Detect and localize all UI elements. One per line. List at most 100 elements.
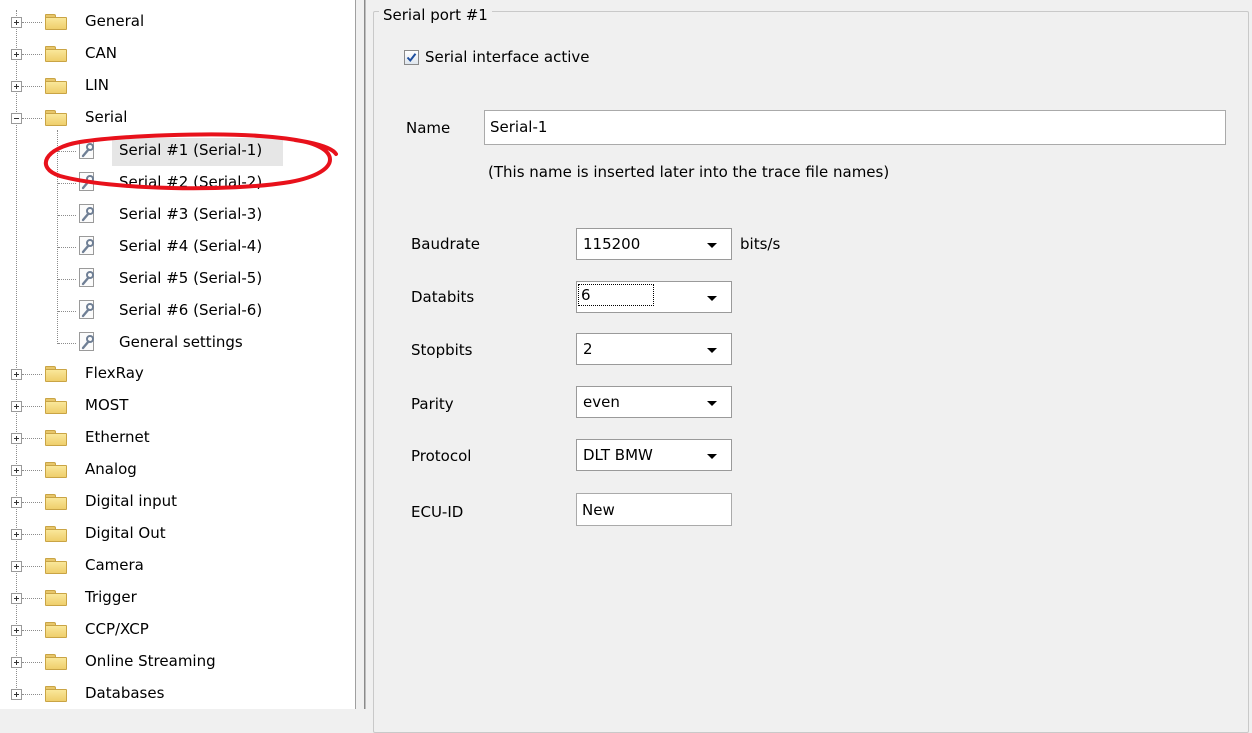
tree-leaf-item[interactable]: Serial #3 (Serial-3) xyxy=(0,200,340,228)
protocol-value: DLT BMW xyxy=(583,446,653,464)
tree-leaf-item[interactable]: Serial #6 (Serial-6) xyxy=(0,296,340,324)
tree-item-label: Online Streaming xyxy=(85,652,216,670)
tree-leaf-item[interactable]: Serial #2 (Serial-2) xyxy=(0,168,340,196)
tree-folder-item[interactable]: CAN xyxy=(0,40,340,68)
chevron-down-icon xyxy=(707,348,717,353)
parity-label: Parity xyxy=(411,395,454,413)
tree-connector xyxy=(22,598,42,599)
tree-folder-item[interactable]: FlexRay xyxy=(0,360,340,388)
tree-folder-item[interactable]: CCP/XCP xyxy=(0,616,340,644)
tree-folder-item[interactable]: Camera xyxy=(0,552,340,580)
expand-icon[interactable] xyxy=(11,401,22,412)
collapse-icon[interactable] xyxy=(11,113,22,124)
tree-item-label: Trigger xyxy=(85,588,137,606)
expand-icon[interactable] xyxy=(11,465,22,476)
folder-icon xyxy=(45,622,67,638)
tree-item-label: Databases xyxy=(85,684,165,702)
expand-icon[interactable] xyxy=(11,625,22,636)
tree-item-label: Serial #3 (Serial-3) xyxy=(119,205,263,223)
tree-folder-item[interactable]: Trigger xyxy=(0,584,340,612)
navigation-tree: General CAN LIN Serial Serial #1 (Serial-1) S… xyxy=(0,0,356,709)
tree-connector xyxy=(22,502,42,503)
tree-folder-item[interactable]: MOST xyxy=(0,392,340,420)
wrench-settings-icon xyxy=(79,140,95,160)
expand-icon[interactable] xyxy=(11,561,22,572)
tree-item-label: Digital Out xyxy=(85,524,166,542)
tree-connector xyxy=(22,118,42,119)
wrench-settings-icon xyxy=(79,300,95,320)
settings-panel: Serial port #1 Serial interface active N… xyxy=(367,0,1252,733)
tree-folder-item[interactable]: Serial xyxy=(0,104,340,132)
folder-icon xyxy=(45,558,67,574)
tree-leaf-item[interactable]: Serial #1 (Serial-1) xyxy=(0,136,340,164)
serial-active-checkbox[interactable] xyxy=(404,50,419,65)
folder-icon xyxy=(45,14,67,30)
tree-connector xyxy=(22,662,42,663)
wrench-settings-icon xyxy=(79,268,95,288)
folder-icon xyxy=(45,462,67,478)
tree-connector xyxy=(22,566,42,567)
tree-item-label: General xyxy=(85,12,145,30)
tree-connector xyxy=(58,279,76,280)
parity-select[interactable]: even xyxy=(576,386,732,418)
folder-icon xyxy=(45,654,67,670)
expand-icon[interactable] xyxy=(11,497,22,508)
tree-folder-item[interactable]: Digital input xyxy=(0,488,340,516)
tree-folder-item[interactable]: Ethernet xyxy=(0,424,340,452)
folder-icon xyxy=(45,46,67,62)
tree-leaf-item[interactable]: Serial #4 (Serial-4) xyxy=(0,232,340,260)
ecu-id-input[interactable]: New xyxy=(576,493,732,526)
expand-icon[interactable] xyxy=(11,529,22,540)
tree-connector xyxy=(22,534,42,535)
protocol-select[interactable]: DLT BMW xyxy=(576,439,732,471)
expand-icon[interactable] xyxy=(11,81,22,92)
tree-item-label: Serial xyxy=(85,108,128,126)
stopbits-value: 2 xyxy=(583,340,593,358)
baudrate-value: 115200 xyxy=(583,235,641,253)
wrench-settings-icon xyxy=(79,172,95,192)
folder-icon xyxy=(45,398,67,414)
tree-item-label: Digital input xyxy=(85,492,177,510)
chevron-down-icon xyxy=(707,401,717,406)
tree-folder-item[interactable]: Databases xyxy=(0,680,340,708)
expand-icon[interactable] xyxy=(11,433,22,444)
name-label: Name xyxy=(406,119,451,137)
panel-splitter[interactable] xyxy=(356,0,366,709)
expand-icon[interactable] xyxy=(11,657,22,668)
stopbits-label: Stopbits xyxy=(411,341,473,359)
expand-icon[interactable] xyxy=(11,49,22,60)
expand-icon[interactable] xyxy=(11,689,22,700)
tree-item-label-selected: Serial #1 (Serial-1) xyxy=(119,141,263,159)
tree-leaf-item[interactable]: General settings xyxy=(0,328,340,356)
tree-connector xyxy=(58,215,76,216)
checkmark-icon xyxy=(406,53,417,63)
chevron-down-icon xyxy=(707,296,717,301)
wrench-settings-icon xyxy=(79,204,95,224)
folder-icon xyxy=(45,110,67,126)
tree-folder-item[interactable]: LIN xyxy=(0,72,340,100)
expand-icon[interactable] xyxy=(11,593,22,604)
chevron-down-icon xyxy=(707,454,717,459)
tree-folder-item[interactable]: Analog xyxy=(0,456,340,484)
tree-item-label: Analog xyxy=(85,460,137,478)
tree-connector xyxy=(22,86,42,87)
tree-item-label: MOST xyxy=(85,396,129,414)
tree-connector xyxy=(22,54,42,55)
name-input[interactable]: Serial-1 xyxy=(484,110,1226,145)
serial-active-label[interactable]: Serial interface active xyxy=(425,47,589,67)
expand-icon[interactable] xyxy=(11,369,22,380)
folder-icon xyxy=(45,526,67,542)
tree-connector xyxy=(58,247,76,248)
tree-folder-item[interactable]: Digital Out xyxy=(0,520,340,548)
tree-connector xyxy=(22,22,42,23)
expand-icon[interactable] xyxy=(11,17,22,28)
databits-select[interactable]: 6 xyxy=(576,281,732,313)
baudrate-label: Baudrate xyxy=(411,235,480,253)
tree-leaf-item[interactable]: Serial #5 (Serial-5) xyxy=(0,264,340,292)
parity-value: even xyxy=(583,393,620,411)
tree-folder-item[interactable]: General xyxy=(0,8,340,36)
stopbits-select[interactable]: 2 xyxy=(576,333,732,365)
tree-folder-item[interactable]: Online Streaming xyxy=(0,648,340,676)
baudrate-select[interactable]: 115200 xyxy=(576,228,732,260)
wrench-settings-icon xyxy=(79,236,95,256)
